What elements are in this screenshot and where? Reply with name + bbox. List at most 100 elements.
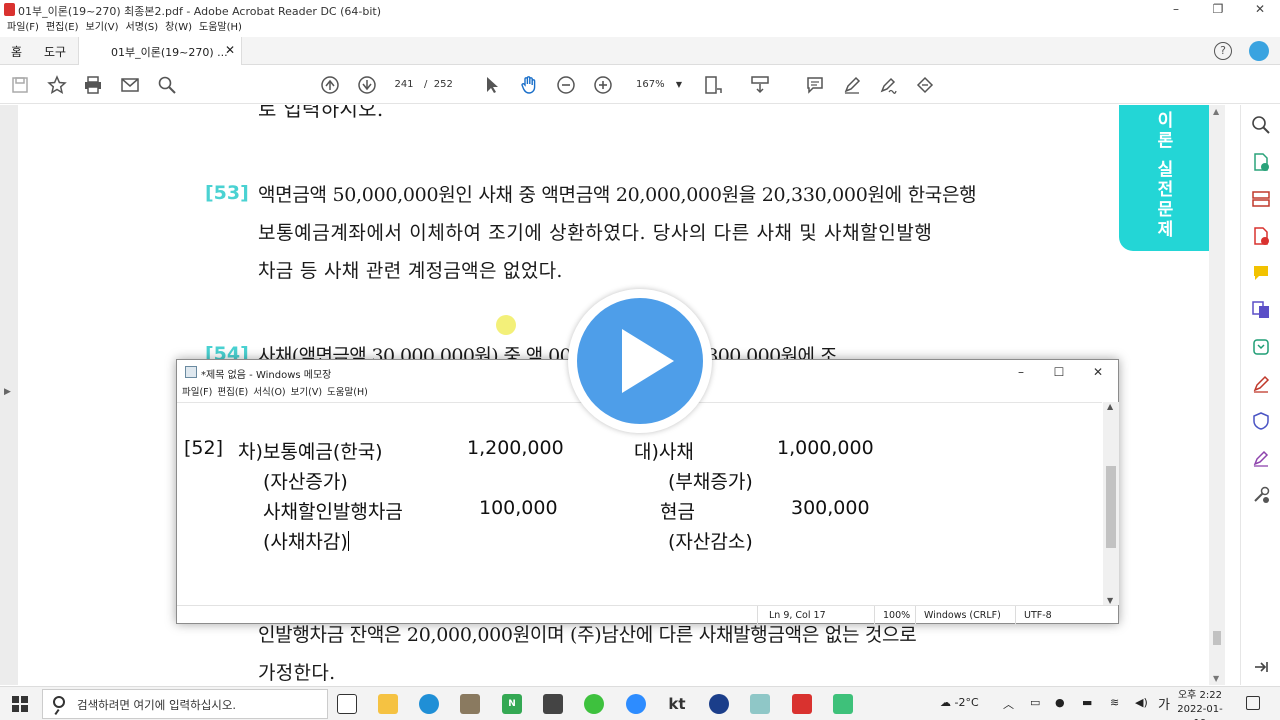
export-pdf-icon[interactable] [1251, 152, 1271, 172]
taskbar-search-box[interactable]: 검색하려면 여기에 입력하십시오. [42, 689, 328, 719]
acrobat-pdf-icon [4, 3, 15, 16]
menu-sign[interactable]: 서명(S) [126, 19, 159, 36]
credit-amount: 1,000,000 [777, 437, 874, 459]
task-view-icon[interactable] [337, 694, 357, 714]
notepad-vertical-scrollbar[interactable]: ▲ ▼ [1103, 402, 1119, 605]
menu-edit[interactable]: 편집(E) [46, 19, 79, 36]
np-menu-edit[interactable]: 편집(E) [217, 384, 248, 402]
notepad-taskbar-icon[interactable] [750, 694, 770, 714]
scroll-mode-icon[interactable] [750, 75, 770, 95]
volume-icon[interactable]: ◀) [1135, 696, 1148, 709]
pdf-text-line: 로 입력하시오. [258, 105, 384, 121]
acrobat-titlebar: 01부_이론(19~270) 최종본2.pdf - Adobe Acrobat … [0, 0, 1280, 19]
scrollbar-thumb[interactable] [1213, 631, 1221, 645]
app-icon-1[interactable] [460, 694, 480, 714]
avatar[interactable] [1249, 41, 1269, 61]
encoding: UTF-8 [1024, 610, 1052, 621]
np-scroll-down-icon[interactable]: ▼ [1107, 596, 1113, 605]
notepad-statusbar: Ln 9, Col 17 100% Windows (CRLF) UTF-8 [177, 605, 1118, 625]
next-page-icon[interactable] [357, 75, 377, 95]
tab-tools[interactable]: 도구 [44, 43, 66, 60]
tab-home[interactable]: 홈 [11, 43, 22, 60]
np-scroll-up-icon[interactable]: ▲ [1107, 402, 1113, 411]
debit-amount: 1,200,000 [467, 437, 564, 459]
combine-files-icon[interactable] [1251, 300, 1271, 320]
notification-icon[interactable] [1246, 696, 1260, 710]
search-placeholder: 검색하려면 여기에 입력하십시오. [77, 698, 237, 712]
np-scrollbar-thumb[interactable] [1106, 466, 1116, 548]
find-search-icon[interactable] [157, 75, 177, 95]
close-tab-icon[interactable]: ✕ [225, 43, 235, 57]
expand-left-panel-icon[interactable]: ▶ [4, 387, 11, 397]
battery-icon[interactable]: ▬ [1082, 696, 1092, 709]
previous-page-icon[interactable] [320, 75, 340, 95]
print-icon[interactable] [83, 75, 103, 95]
pdf-text-line: 인발행차금 잔액은 20,000,000원이며 (주)남산에 다른 사채발행금액… [258, 624, 917, 646]
fill-and-sign-icon[interactable] [1251, 448, 1271, 468]
enhance-scan-icon[interactable] [1251, 115, 1271, 135]
mail-icon[interactable] [120, 75, 140, 95]
hand-cursor-highlight [496, 315, 516, 335]
messenger-icon[interactable] [584, 694, 604, 714]
create-pdf-icon[interactable] [1251, 226, 1271, 246]
acrobat-taskbar-icon[interactable] [792, 694, 812, 714]
taskbar-clock[interactable]: 오후 2:22 2022-01-19 [1172, 689, 1228, 720]
meet-icon[interactable]: ▭ [1030, 696, 1040, 709]
edit-pdf-icon[interactable] [1251, 374, 1271, 394]
naver-app-icon[interactable]: N [502, 694, 522, 714]
pdf-vertical-scrollbar[interactable]: ▲ ▼ [1209, 105, 1225, 685]
compress-pdf-icon[interactable] [1251, 337, 1271, 357]
np-menu-format[interactable]: 서식(O) [253, 384, 285, 402]
chevron-up-icon[interactable]: ︿ [1003, 696, 1014, 712]
fill-sign-icon[interactable] [915, 75, 935, 95]
np-menu-file[interactable]: 파일(F) [182, 384, 212, 402]
file-explorer-icon[interactable] [378, 694, 398, 714]
notepad-close-button[interactable]: ✕ [1078, 360, 1118, 384]
help-icon[interactable]: ? [1214, 42, 1232, 60]
windows-start-icon[interactable] [12, 696, 28, 712]
minimize-button[interactable]: – [1156, 0, 1196, 19]
zoom-select[interactable]: 167% ▼ [630, 74, 686, 96]
bookmark-star-icon[interactable] [47, 75, 67, 95]
comment-icon[interactable] [805, 75, 825, 95]
kt-app-icon[interactable]: kt [667, 694, 687, 714]
restore-button[interactable]: ❐ [1198, 0, 1238, 19]
tab-document[interactable]: 01부_이론(19~270) ... ✕ [78, 37, 242, 65]
page-fit-icon[interactable] [703, 75, 723, 95]
app-icon-3[interactable] [709, 694, 729, 714]
hand-tool-icon[interactable] [519, 75, 539, 95]
menu-help[interactable]: 도움말(H) [199, 19, 242, 36]
highlight-pen-icon[interactable] [842, 75, 862, 95]
app-icon-4[interactable] [833, 694, 853, 714]
ime-indicator[interactable]: 가 [1158, 694, 1170, 713]
zoom-app-icon[interactable] [626, 694, 646, 714]
menu-file[interactable]: 파일(F) [7, 19, 39, 36]
scroll-down-icon[interactable]: ▼ [1213, 674, 1219, 683]
menu-view[interactable]: 보기(V) [86, 19, 119, 36]
select-cursor-icon[interactable] [482, 75, 502, 95]
wifi-icon[interactable]: ≋ [1110, 696, 1119, 709]
zoom-in-icon[interactable] [593, 75, 613, 95]
microphone-icon[interactable]: ● [1055, 696, 1065, 709]
more-tools-icon[interactable] [1251, 485, 1271, 505]
video-play-button[interactable] [568, 289, 712, 433]
menu-window[interactable]: 창(W) [165, 19, 192, 36]
scroll-up-icon[interactable]: ▲ [1213, 107, 1219, 116]
draw-sign-icon[interactable] [878, 75, 898, 95]
comment-panel-icon[interactable] [1251, 263, 1271, 283]
app-icon-2[interactable] [543, 694, 563, 714]
collapse-panel-icon[interactable] [1251, 657, 1271, 677]
notepad-minimize-button[interactable]: – [1001, 360, 1041, 384]
protect-shield-icon[interactable] [1251, 411, 1271, 431]
np-menu-help[interactable]: 도움말(H) [327, 384, 368, 402]
credit-note: (부채증가) [668, 471, 753, 493]
save-icon[interactable] [10, 75, 30, 95]
notepad-maximize-button[interactable]: ☐ [1039, 360, 1079, 384]
page-number-input[interactable]: 241 [386, 74, 422, 96]
close-button[interactable]: ✕ [1240, 0, 1280, 19]
edge-browser-icon[interactable] [419, 694, 439, 714]
np-menu-view[interactable]: 보기(V) [291, 384, 322, 402]
organize-pages-icon[interactable] [1251, 189, 1271, 209]
zoom-out-icon[interactable] [556, 75, 576, 95]
weather-widget[interactable]: ☁ -2°C [940, 696, 979, 709]
